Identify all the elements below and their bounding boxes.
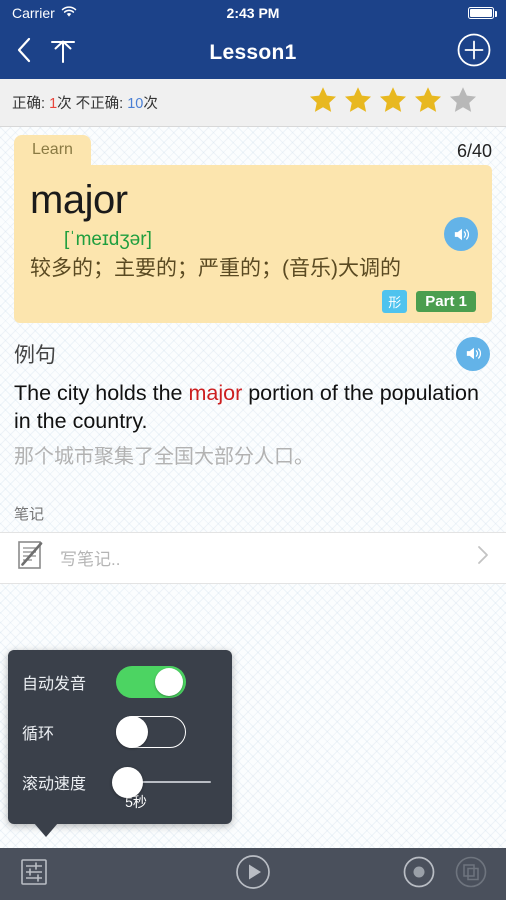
example-section: 例句 The city holds the major portion of t… (0, 323, 506, 477)
play-icon[interactable] (234, 853, 272, 896)
incorrect-label: 不正确: (71, 96, 128, 112)
status-bar: Carrier 2:43 PM (0, 0, 506, 26)
accuracy-summary: 正确: 1次 不正确: 10次 (12, 92, 158, 113)
app-root: Carrier 2:43 PM Lesson1 正确: 1次 不正确: 10次 … (0, 0, 506, 900)
tab-learn[interactable]: Learn (14, 135, 91, 165)
status-bar-right (468, 7, 497, 19)
card-stack-icon[interactable] (454, 855, 488, 894)
example-chinese: 那个城市聚集了全国大部分人口。 (14, 445, 314, 468)
setting-label: 自动发音 (22, 676, 87, 693)
record-icon[interactable] (402, 855, 436, 894)
correct-label: 正确: (12, 96, 50, 112)
nav-bar: Lesson1 (0, 26, 506, 79)
upload-arrow-icon[interactable] (48, 35, 78, 70)
speaker-icon[interactable] (444, 217, 478, 251)
nav-bar-right (456, 32, 492, 73)
star-icon[interactable] (343, 85, 373, 120)
word-card-section: Learn 6/40 major [ˈmeɪdʒər] 较多的；主要的；严重的；… (0, 127, 506, 323)
example-english: The city holds the major portion of the … (14, 379, 492, 436)
add-circle-icon[interactable] (456, 33, 492, 72)
setting-row-scroll-speed: 滚动速度 (22, 766, 218, 798)
back-chevron-icon[interactable] (14, 35, 34, 70)
nav-bar-left (14, 35, 78, 70)
notes-heading: 笔记 (14, 505, 45, 523)
status-bar-left: Carrier (12, 5, 77, 21)
incorrect-count: 10 (127, 96, 144, 112)
example-en-highlight: major (188, 380, 243, 405)
part-badge: Part 1 (416, 290, 476, 312)
carrier-label: Carrier (12, 5, 55, 21)
wifi-icon (61, 5, 77, 21)
phonetic-text: [ˈmeɪdʒər] (64, 229, 152, 250)
settings-popover: 自动发音 循环 滚动速度 5秒 (8, 650, 232, 837)
card-badges: 形 Part 1 (30, 289, 476, 313)
star-icon[interactable] (413, 85, 443, 120)
star-icon[interactable] (308, 85, 338, 120)
setting-row-loop: 循环 (22, 716, 218, 748)
star-rating[interactable] (308, 85, 494, 120)
note-placeholder: 写笔记.. (60, 550, 121, 570)
speaker-icon[interactable] (456, 336, 490, 371)
note-pencil-icon (16, 539, 46, 576)
toolbar-right (402, 855, 488, 894)
auto-pronounce-toggle[interactable] (116, 666, 186, 698)
card-tab-row: Learn 6/40 (14, 135, 492, 165)
note-input-row[interactable]: 写笔记.. (0, 531, 506, 584)
word-text: major (30, 178, 128, 222)
loop-toggle[interactable] (116, 716, 186, 748)
correct-count: 1 (49, 96, 58, 112)
example-en-before: The city holds the (14, 380, 189, 405)
card-counter: 6/40 (456, 141, 492, 161)
word-card: major [ˈmeɪdʒər] 较多的；主要的；严重的；(音乐)大调的 形 P… (14, 165, 492, 323)
chevron-right-icon (476, 544, 490, 571)
correct-unit: 次 (57, 96, 72, 112)
definition-text: 较多的；主要的；严重的；(音乐)大调的 (30, 257, 401, 280)
star-icon[interactable] (448, 85, 478, 120)
star-icon[interactable] (378, 85, 408, 120)
setting-label: 滚动速度 (22, 776, 87, 793)
scroll-speed-slider[interactable] (112, 766, 211, 798)
incorrect-unit: 次 (143, 96, 158, 112)
stats-bar: 正确: 1次 不正确: 10次 (0, 79, 506, 127)
part-of-speech-badge: 形 (382, 289, 408, 313)
setting-row-auto-pronounce: 自动发音 (22, 666, 218, 698)
bottom-toolbar (0, 848, 506, 900)
setting-label: 循环 (22, 726, 55, 743)
battery-full-icon (468, 7, 497, 19)
sliders-settings-icon[interactable] (18, 856, 50, 893)
example-heading: 例句 (14, 343, 56, 367)
